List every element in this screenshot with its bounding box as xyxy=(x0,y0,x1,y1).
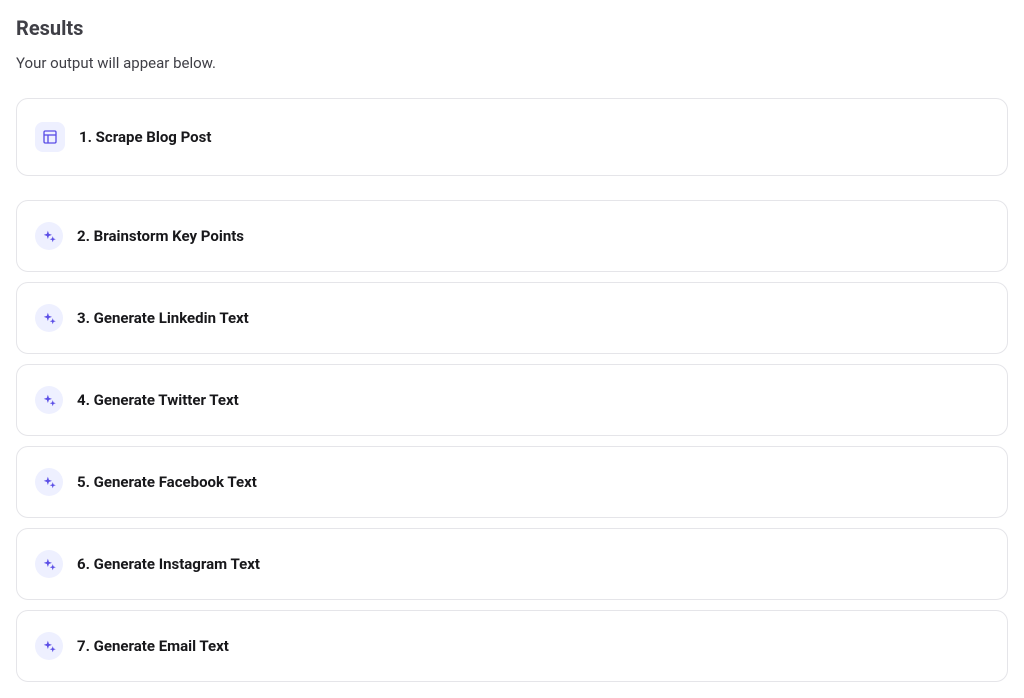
step-item-generate-email-text[interactable]: 7. Generate Email Text xyxy=(16,610,1008,682)
step-label: 7. Generate Email Text xyxy=(77,637,229,655)
step-item-scrape-blog-post[interactable]: 1. Scrape Blog Post xyxy=(16,98,1008,176)
results-subtitle: Your output will appear below. xyxy=(16,54,1008,72)
step-item-generate-instagram-text[interactable]: 6. Generate Instagram Text xyxy=(16,528,1008,600)
step-item-generate-facebook-text[interactable]: 5. Generate Facebook Text xyxy=(16,446,1008,518)
results-title: Results xyxy=(16,16,1008,40)
step-label: 4. Generate Twitter Text xyxy=(77,391,239,409)
step-item-generate-twitter-text[interactable]: 4. Generate Twitter Text xyxy=(16,364,1008,436)
sparkle-icon xyxy=(35,386,63,414)
sparkle-icon xyxy=(35,468,63,496)
steps-list: 1. Scrape Blog Post 2. Brainstorm Key Po… xyxy=(16,98,1008,682)
sparkle-icon xyxy=(35,304,63,332)
step-label: 2. Brainstorm Key Points xyxy=(77,227,244,245)
step-item-brainstorm-key-points[interactable]: 2. Brainstorm Key Points xyxy=(16,200,1008,272)
step-label: 6. Generate Instagram Text xyxy=(77,555,260,573)
step-label: 3. Generate Linkedin Text xyxy=(77,309,249,327)
step-label: 5. Generate Facebook Text xyxy=(77,473,257,491)
layout-icon xyxy=(35,122,65,152)
step-label: 1. Scrape Blog Post xyxy=(79,128,211,146)
sparkle-icon xyxy=(35,222,63,250)
step-item-generate-linkedin-text[interactable]: 3. Generate Linkedin Text xyxy=(16,282,1008,354)
sparkle-icon xyxy=(35,632,63,660)
sparkle-icon xyxy=(35,550,63,578)
